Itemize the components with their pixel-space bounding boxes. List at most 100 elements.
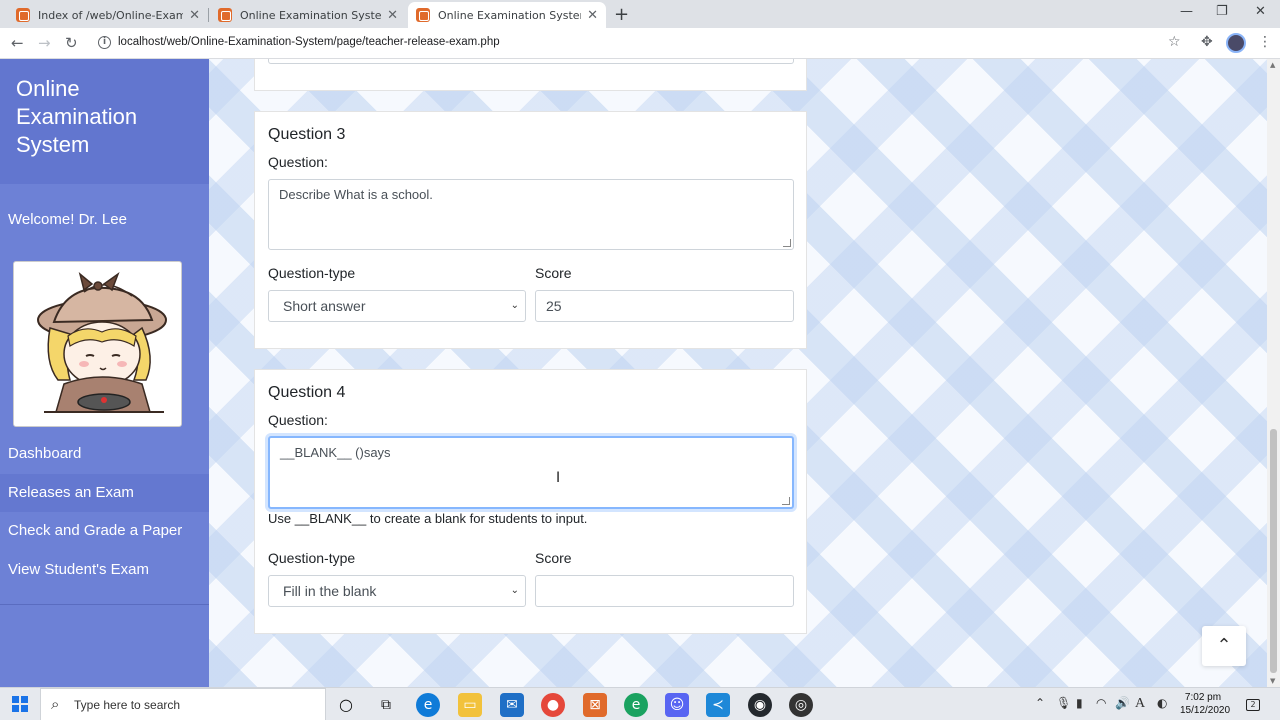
cortana-icon[interactable]: ○ <box>334 693 358 717</box>
question-title: Question 4 <box>268 384 346 401</box>
chevron-down-icon: ⌄ <box>510 585 519 596</box>
windows-taskbar: ⌕ Type here to search ○ ⧉ e ▭ ✉ ● ⊠ e ☺ … <box>0 687 1280 720</box>
battery-icon: ▮ <box>1076 696 1083 710</box>
xampp-favicon-icon <box>416 8 430 22</box>
page-scrollbar[interactable]: ▲ ▼ <box>1267 59 1280 687</box>
question-label: Question: <box>268 412 328 428</box>
resize-handle-icon[interactable] <box>782 497 790 505</box>
taskbar-clock[interactable]: 7:02 pm 15/12/2020 <box>1180 691 1231 717</box>
question-card-3: Question 3 Question: Describe What is a … <box>254 111 807 349</box>
close-icon[interactable]: ✕ <box>387 8 398 23</box>
search-icon: ⌕ <box>51 695 60 713</box>
scroll-down-arrow-icon[interactable]: ▼ <box>1270 677 1275 685</box>
detective-girl-illustration <box>37 271 167 413</box>
xampp-icon[interactable]: ⊠ <box>583 693 607 717</box>
question-card-previous <box>254 59 807 91</box>
score-input[interactable] <box>535 575 794 607</box>
score-input[interactable]: 25 <box>535 290 794 322</box>
sidebar-item-release-exam[interactable]: Releases an Exam <box>0 474 209 512</box>
sidebar-item-view-student-exam[interactable]: View Student's Exam <box>0 551 209 589</box>
profile-avatar[interactable] <box>1226 33 1246 53</box>
tab-title: Index of /web/Online-Examinatio <box>38 8 184 22</box>
close-icon[interactable]: ✕ <box>189 8 200 23</box>
tab-separator <box>208 8 209 22</box>
microphone-icon[interactable]: 🎙 <box>1056 696 1071 710</box>
question-type-value: Short answer <box>283 298 366 314</box>
clock-time: 7:02 pm <box>1184 692 1222 703</box>
scroll-up-arrow-icon[interactable]: ▲ <box>1270 61 1275 69</box>
back-icon[interactable]: ← <box>11 34 24 52</box>
score-label: Score <box>535 550 572 566</box>
sidebar-item-dashboard[interactable]: Dashboard <box>0 435 209 473</box>
question-type-value: Fill in the blank <box>283 583 377 599</box>
blank-hint-text: Use __BLANK__ to create a blank for stud… <box>268 511 588 526</box>
browser-tab-bar: Index of /web/Online-Examinatio ✕ Online… <box>0 0 1280 28</box>
chrome-icon[interactable]: ● <box>541 693 565 717</box>
avatar <box>13 261 182 427</box>
vscode-icon[interactable]: ≺ <box>706 693 730 717</box>
tab-title: Online Examination System <box>438 8 582 22</box>
notification-count: 2 <box>1246 699 1260 711</box>
new-tab-icon[interactable]: + <box>614 4 629 25</box>
restore-icon[interactable]: ❐ <box>1216 4 1228 19</box>
wifi-icon[interactable]: ◠ <box>1096 696 1106 710</box>
question-textarea[interactable]: __BLANK__ ()says <box>268 436 794 509</box>
tab-title: Online Examination System <box>240 8 382 22</box>
forward-icon[interactable]: → <box>38 34 51 52</box>
input-language-icon[interactable]: A <box>1135 696 1145 712</box>
previous-field[interactable] <box>268 59 794 64</box>
question-type-label: Question-type <box>268 265 356 281</box>
question-title: Question 3 <box>268 126 346 143</box>
clock-date: 15/12/2020 <box>1180 705 1231 716</box>
edge-canary-icon[interactable]: e <box>624 693 648 717</box>
scrollbar-thumb[interactable] <box>1270 429 1277 673</box>
question-type-select[interactable]: Fill in the blank ⌄ <box>268 575 526 607</box>
browser-tab-exam-2[interactable]: Online Examination System ✕ <box>408 2 606 28</box>
obs-icon[interactable]: ◎ <box>789 693 813 717</box>
main-content: Question 3 Question: Describe What is a … <box>209 59 1267 687</box>
window-close-icon[interactable]: ✕ <box>1255 4 1266 19</box>
minimize-icon[interactable]: — <box>1180 4 1193 19</box>
volume-icon[interactable]: 🔊 <box>1115 696 1130 710</box>
menu-dots-icon[interactable]: ⋮ <box>1258 34 1272 50</box>
question-type-select[interactable]: Short answer ⌄ <box>268 290 526 322</box>
tray-expand-icon[interactable]: ⌃ <box>1035 696 1045 710</box>
browser-tab-index[interactable]: Index of /web/Online-Examinatio ✕ <box>8 2 208 28</box>
close-icon[interactable]: ✕ <box>587 8 598 23</box>
github-desktop-icon[interactable]: ◉ <box>748 693 772 717</box>
page-viewport: Online Examination System Welcome! Dr. L… <box>0 59 1280 687</box>
brand-title[interactable]: Online Examination System <box>16 75 196 159</box>
site-info-icon[interactable]: i <box>98 36 111 49</box>
bookmark-star-icon[interactable]: ☆ <box>1168 34 1181 50</box>
address-bar[interactable]: localhost/web/Online-Examination-System/… <box>118 36 500 48</box>
question-text: Describe What is a school. <box>279 187 433 202</box>
taskbar-search-box[interactable]: ⌕ Type here to search <box>40 688 326 720</box>
file-explorer-icon[interactable]: ▭ <box>458 693 482 717</box>
reload-icon[interactable]: ↻ <box>65 34 78 52</box>
defender-icon[interactable]: ◐ <box>1157 696 1167 710</box>
notification-center-icon[interactable]: 2 <box>1246 696 1260 711</box>
question-label: Question: <box>268 154 328 170</box>
score-label: Score <box>535 265 572 281</box>
xampp-favicon-icon <box>218 8 232 22</box>
sidebar-divider <box>0 604 209 605</box>
question-type-label: Question-type <box>268 550 356 566</box>
browser-toolbar: ← → ↻ i localhost/web/Online-Examination… <box>0 28 1280 59</box>
mail-icon[interactable]: ✉ <box>500 693 524 717</box>
scroll-to-top-button[interactable]: ⌃ <box>1202 626 1246 666</box>
task-view-icon[interactable]: ⧉ <box>374 693 398 717</box>
windows-start-icon[interactable] <box>12 696 28 712</box>
welcome-text: Welcome! Dr. Lee <box>8 211 127 228</box>
discord-icon[interactable]: ☺ <box>665 693 689 717</box>
sidebar: Online Examination System Welcome! Dr. L… <box>0 59 209 687</box>
xampp-favicon-icon <box>16 8 30 22</box>
resize-handle-icon[interactable] <box>783 239 791 247</box>
chevron-up-icon: ⌃ <box>1216 635 1232 656</box>
browser-tab-exam-1[interactable]: Online Examination System ✕ <box>210 2 406 28</box>
text-cursor-icon: I <box>556 470 561 486</box>
edge-icon[interactable]: e <box>416 693 440 717</box>
chevron-down-icon: ⌄ <box>510 300 519 311</box>
sidebar-item-check-grade[interactable]: Check and Grade a Paper <box>0 512 209 550</box>
extensions-icon[interactable]: ✥ <box>1201 34 1213 50</box>
question-textarea[interactable]: Describe What is a school. <box>268 179 794 250</box>
